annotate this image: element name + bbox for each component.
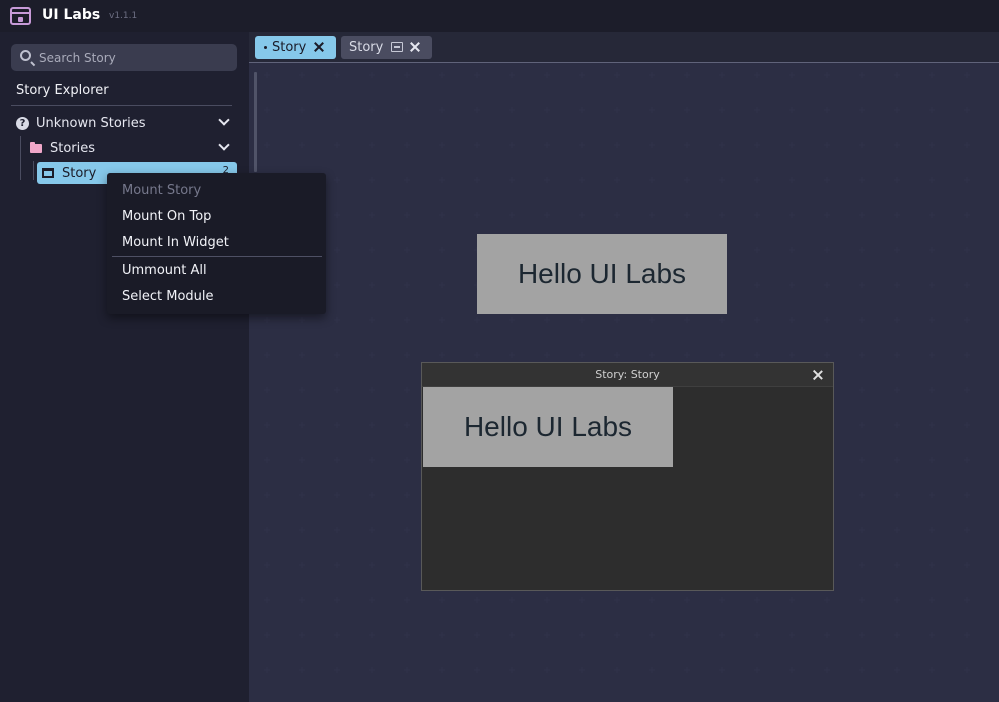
chevron-down-icon[interactable]	[218, 139, 230, 151]
widget-preview-label: Hello UI Labs	[423, 387, 673, 467]
scrollbar-handle[interactable]	[254, 72, 257, 172]
chevron-down-icon[interactable]	[218, 114, 230, 126]
tab-story-widget[interactable]: Story	[341, 36, 432, 59]
menu-item-mount-story: Mount Story	[122, 183, 202, 198]
tab-label: Story	[272, 40, 307, 55]
story-widget-window: Story: Story Hello UI Labs	[421, 362, 834, 591]
app-title: UI Labs	[42, 7, 101, 23]
search-box[interactable]	[11, 44, 237, 71]
help-circle-icon: ?	[16, 116, 29, 130]
explorer-title: Story Explorer	[16, 83, 109, 98]
tree-guide	[20, 136, 21, 180]
menu-divider	[112, 256, 322, 257]
tree-group-unknown-stories[interactable]: ? Unknown Stories	[16, 112, 234, 134]
widget-window-icon	[391, 42, 403, 52]
unsaved-dot-icon	[264, 46, 267, 49]
window-app-icon	[10, 7, 31, 25]
tab-story-active[interactable]: Story	[255, 36, 336, 59]
folder-icon	[30, 141, 42, 153]
menu-item-mount-on-top[interactable]: Mount On Top	[122, 209, 211, 224]
close-icon[interactable]	[410, 42, 420, 52]
close-icon[interactable]	[813, 370, 823, 380]
app-version: v1.1.1	[109, 11, 138, 21]
sidebar: Story Explorer ? Unknown Stories Stories…	[0, 32, 249, 702]
menu-item-mount-in-widget[interactable]: Mount In Widget	[122, 235, 229, 250]
close-icon[interactable]	[314, 42, 324, 52]
divider	[11, 105, 232, 106]
tree-guide	[33, 161, 34, 180]
tab-bar: Story Story	[249, 32, 999, 63]
tree-folder-label: Stories	[50, 140, 96, 156]
menu-item-unmount-all[interactable]: Ummount All	[122, 263, 207, 278]
search-icon	[20, 50, 31, 61]
tree-item-label: Story	[62, 165, 97, 181]
tab-label: Story	[349, 40, 384, 55]
tree-group-label: Unknown Stories	[36, 115, 146, 131]
widget-titlebar[interactable]: Story: Story	[422, 363, 833, 387]
search-input[interactable]	[39, 44, 229, 71]
top-bar: UI Labs v1.1.1	[0, 0, 999, 32]
tree-folder-stories[interactable]: Stories	[29, 137, 234, 159]
context-menu: Mount Story Mount On Top Mount In Widget…	[107, 173, 326, 314]
menu-item-select-module[interactable]: Select Module	[122, 289, 214, 304]
story-icon	[42, 168, 54, 178]
widget-title: Story: Story	[595, 368, 660, 381]
story-preview-label: Hello UI Labs	[477, 234, 727, 314]
